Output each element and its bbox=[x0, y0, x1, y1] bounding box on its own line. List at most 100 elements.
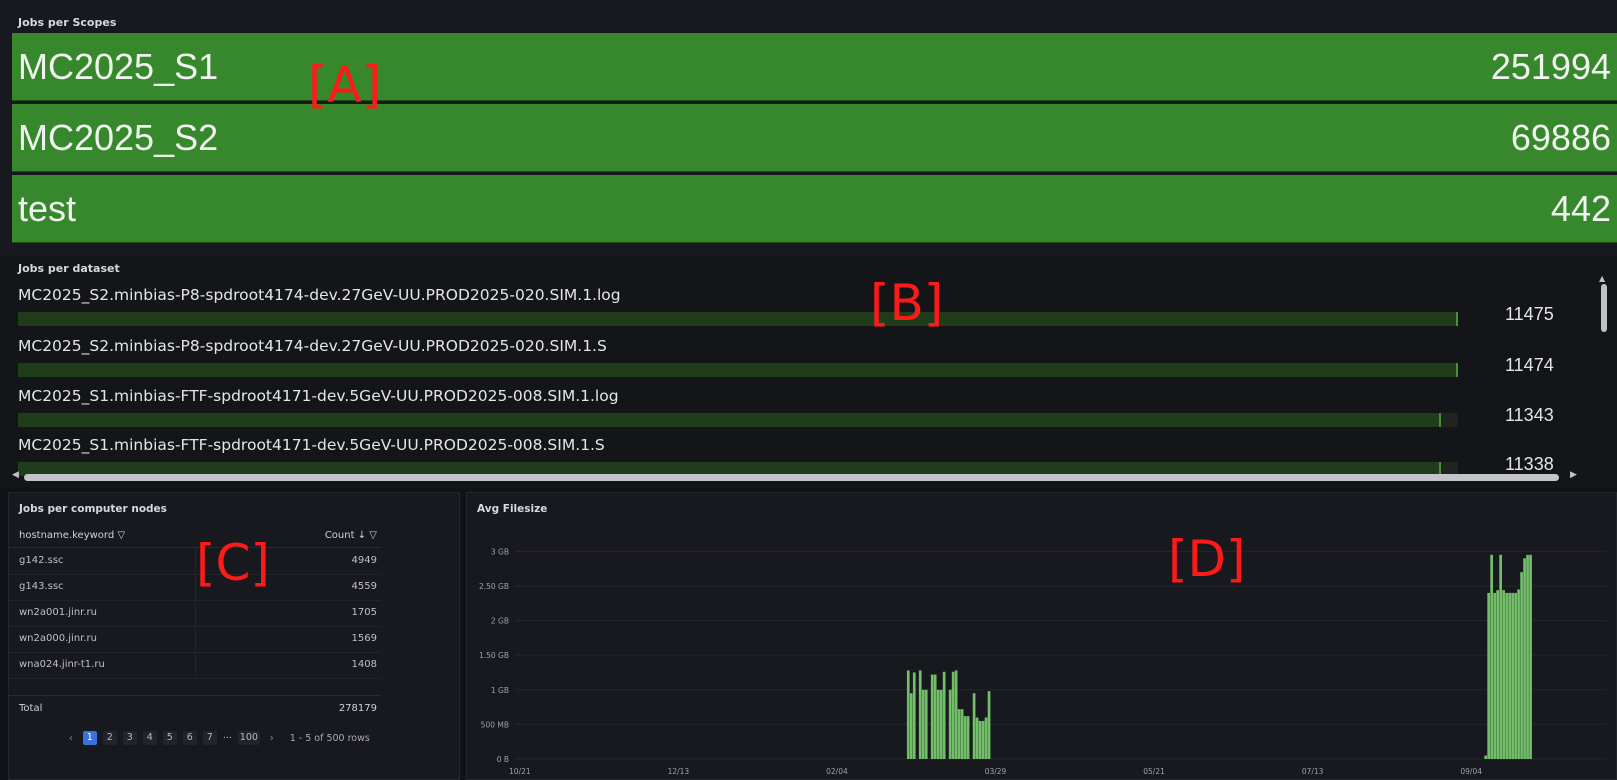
page-4-button[interactable]: 4 bbox=[142, 731, 157, 745]
chart-bar[interactable] bbox=[939, 689, 943, 759]
table-row[interactable]: g143.ssc 4559 bbox=[9, 574, 381, 601]
next-page-button[interactable]: › bbox=[266, 733, 278, 744]
page-5-button[interactable]: 5 bbox=[162, 731, 177, 745]
chart-bar[interactable] bbox=[1490, 554, 1494, 759]
chart-bar[interactable] bbox=[1493, 592, 1497, 759]
chart-bar[interactable] bbox=[954, 670, 958, 759]
chart-bar[interactable] bbox=[957, 709, 961, 759]
scroll-right-icon[interactable]: ▶ bbox=[1570, 470, 1577, 480]
chart-bar[interactable] bbox=[1496, 590, 1499, 759]
dataset-name: MC2025_S1.minbias-FTF-spdroot4171-dev.5G… bbox=[18, 436, 605, 454]
scope-row-mc2025-s2[interactable]: MC2025_S2 69886 bbox=[12, 104, 1617, 172]
rows-info: 1 - 5 of 500 rows bbox=[289, 732, 370, 744]
x-tick-label: 05/21 bbox=[1143, 767, 1165, 776]
chart-bar[interactable] bbox=[987, 691, 991, 759]
chart-bar[interactable] bbox=[909, 693, 913, 759]
chart-bar[interactable] bbox=[933, 674, 937, 759]
scope-row-mc2025-s1[interactable]: MC2025_S1 251994 bbox=[12, 33, 1617, 101]
x-tick-label: 07/13 bbox=[1302, 767, 1324, 776]
chart-bar[interactable] bbox=[951, 671, 955, 759]
chart-bar[interactable] bbox=[966, 716, 970, 759]
arrow-down-icon: ↓ bbox=[357, 530, 367, 541]
count-cell: 4949 bbox=[351, 555, 377, 566]
x-tick-label: 03/29 bbox=[985, 767, 1007, 776]
chart-bar[interactable] bbox=[948, 689, 952, 759]
chart-bar[interactable] bbox=[1484, 755, 1488, 759]
chart-bar[interactable] bbox=[1508, 592, 1511, 759]
chart-bar[interactable] bbox=[1487, 592, 1491, 759]
dataset-value: 11338 bbox=[1505, 454, 1554, 474]
chart-bar[interactable] bbox=[1514, 592, 1517, 759]
count-header-label: Count bbox=[324, 530, 355, 541]
chart-bar[interactable] bbox=[975, 717, 979, 759]
chart-bar[interactable] bbox=[930, 674, 934, 759]
table-header: hostname.keyword ▽ Count ↓ ▽ bbox=[9, 525, 381, 548]
y-tick-label: 3 GB bbox=[491, 547, 509, 556]
host-cell: wna024.jinr-t1.ru bbox=[19, 659, 105, 670]
dataset-value: 11475 bbox=[1505, 304, 1554, 324]
x-tick-label: 02/04 bbox=[826, 767, 848, 776]
chart-bar[interactable] bbox=[1499, 554, 1502, 759]
chart-bar[interactable] bbox=[984, 717, 988, 759]
chart-bar[interactable] bbox=[1529, 554, 1532, 759]
chart-bar[interactable] bbox=[942, 671, 946, 759]
page-3-button[interactable]: 3 bbox=[122, 731, 137, 745]
chart-bar[interactable] bbox=[981, 720, 985, 759]
chart-bar[interactable] bbox=[906, 670, 910, 759]
hostname-column-header[interactable]: hostname.keyword ▽ bbox=[19, 530, 125, 541]
chart-bar[interactable] bbox=[918, 670, 922, 759]
chart-bar[interactable] bbox=[963, 716, 967, 759]
scope-value: 251994 bbox=[1490, 45, 1611, 87]
scroll-left-icon[interactable]: ◀ bbox=[12, 470, 19, 480]
chart-bar[interactable] bbox=[1511, 592, 1514, 759]
page-100-button[interactable]: 100 bbox=[237, 731, 260, 745]
funnel-icon[interactable]: ▽ bbox=[369, 530, 377, 541]
vertical-scrollbar[interactable]: ▲ bbox=[1599, 274, 1607, 474]
host-cell: wn2a001.jinr.ru bbox=[19, 607, 97, 618]
chart-bar[interactable] bbox=[936, 689, 940, 759]
chart-bar[interactable] bbox=[1526, 554, 1529, 759]
vertical-scroll-thumb[interactable] bbox=[1601, 284, 1607, 332]
chart-bar[interactable] bbox=[924, 689, 928, 759]
dataset-name: MC2025_S2.minbias-P8-spdroot4174-dev.27G… bbox=[18, 286, 621, 304]
chart-bar[interactable] bbox=[1523, 558, 1526, 759]
scopes-panel: Jobs per Scopes MC2025_S1 251994 MC2025_… bbox=[0, 0, 1617, 256]
nodes-panel-title: Jobs per computer nodes bbox=[19, 503, 167, 515]
scope-value: 442 bbox=[1550, 187, 1611, 229]
count-cell: 1569 bbox=[351, 633, 377, 644]
chart-bar[interactable] bbox=[1520, 572, 1523, 759]
chart-bar[interactable] bbox=[972, 693, 976, 759]
host-cell: g142.ssc bbox=[19, 555, 64, 566]
chart-bar[interactable] bbox=[960, 709, 964, 759]
chart-bar[interactable] bbox=[1505, 592, 1508, 759]
funnel-icon[interactable]: ▽ bbox=[117, 530, 125, 541]
prev-page-button[interactable]: ‹ bbox=[65, 733, 77, 744]
scope-value: 69886 bbox=[1510, 116, 1611, 158]
page-6-button[interactable]: 6 bbox=[182, 731, 197, 745]
table-row[interactable]: wn2a001.jinr.ru 1705 bbox=[9, 600, 381, 627]
chart-bar[interactable] bbox=[912, 672, 916, 759]
chart-bar[interactable] bbox=[978, 720, 982, 759]
scope-row-test[interactable]: test 442 bbox=[12, 175, 1617, 243]
pagination: ‹ 1 2 3 4 5 6 7 ··· 100 › 1 - 5 of 500 r… bbox=[65, 731, 370, 745]
chart-bar[interactable] bbox=[1502, 590, 1505, 759]
page-7-button[interactable]: 7 bbox=[202, 731, 217, 745]
dataset-bar-fill bbox=[18, 413, 1442, 427]
horizontal-scrollbar[interactable]: ◀ ▶ bbox=[12, 470, 1577, 481]
dataset-value: 11343 bbox=[1505, 405, 1554, 425]
horizontal-scroll-thumb[interactable] bbox=[24, 474, 1559, 481]
page-1-button[interactable]: 1 bbox=[82, 731, 97, 745]
page-2-button[interactable]: 2 bbox=[102, 731, 117, 745]
scroll-up-icon[interactable]: ▲ bbox=[1599, 274, 1605, 283]
chart-bar[interactable] bbox=[1517, 589, 1520, 759]
count-column-header[interactable]: Count ↓ ▽ bbox=[325, 530, 377, 541]
dataset-name: MC2025_S1.minbias-FTF-spdroot4171-dev.5G… bbox=[18, 387, 619, 405]
y-tick-label: 2 GB bbox=[491, 617, 509, 626]
table-row[interactable]: wna024.jinr-t1.ru 1408 bbox=[9, 652, 381, 679]
table-row[interactable]: g142.ssc 4949 bbox=[9, 548, 381, 575]
count-cell: 1408 bbox=[351, 659, 377, 670]
y-tick-label: 1.50 GB bbox=[479, 651, 509, 660]
chart-bar[interactable] bbox=[921, 689, 925, 759]
table-row[interactable]: wn2a000.jinr.ru 1569 bbox=[9, 626, 381, 653]
dataset-item[interactable]: MC2025_S1.minbias-FTF-spdroot4171-dev.5G… bbox=[18, 436, 1578, 496]
